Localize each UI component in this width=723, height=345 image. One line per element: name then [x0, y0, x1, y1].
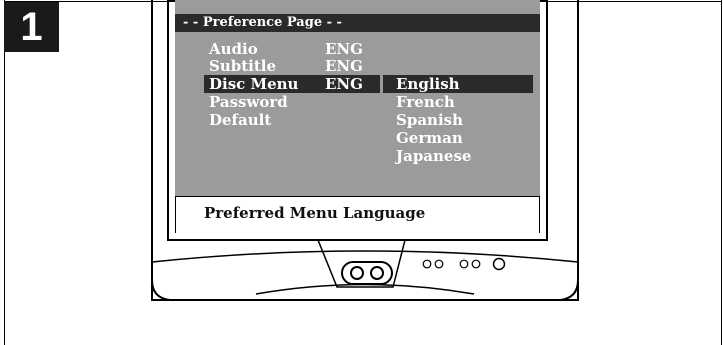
menu-item-disc-menu[interactable]: Disc Menu: [209, 76, 298, 92]
ir-window: [341, 261, 393, 285]
menu-item-audio[interactable]: Audio: [209, 41, 258, 57]
base-curve: [255, 283, 475, 295]
power-button-icon[interactable]: [492, 257, 506, 271]
control-button-icon[interactable]: [459, 259, 469, 269]
menu-item-default[interactable]: Default: [209, 112, 271, 128]
menu-value-audio: ENG: [325, 40, 363, 58]
option-japanese[interactable]: Japanese: [396, 148, 471, 164]
option-spanish[interactable]: Spanish: [396, 112, 463, 128]
osd-screen: - - Preference Page - - Audio ENG Subtit…: [175, 0, 540, 233]
osd-page-title: - - Preference Page - -: [175, 14, 540, 32]
bezel-curve: [151, 250, 579, 263]
option-french[interactable]: French: [396, 94, 455, 110]
control-button-icon[interactable]: [434, 259, 444, 269]
menu-value-disc-menu: ENG: [325, 75, 363, 93]
control-button-icon[interactable]: [422, 259, 432, 269]
control-button-icon[interactable]: [471, 259, 481, 269]
menu-value-subtitle: ENG: [325, 57, 363, 75]
menu-item-password[interactable]: Password: [209, 94, 288, 110]
option-english[interactable]: English: [396, 76, 460, 92]
menu-item-subtitle[interactable]: Subtitle: [209, 58, 276, 74]
status-message: Preferred Menu Language: [204, 204, 426, 222]
option-german[interactable]: German: [396, 130, 463, 146]
